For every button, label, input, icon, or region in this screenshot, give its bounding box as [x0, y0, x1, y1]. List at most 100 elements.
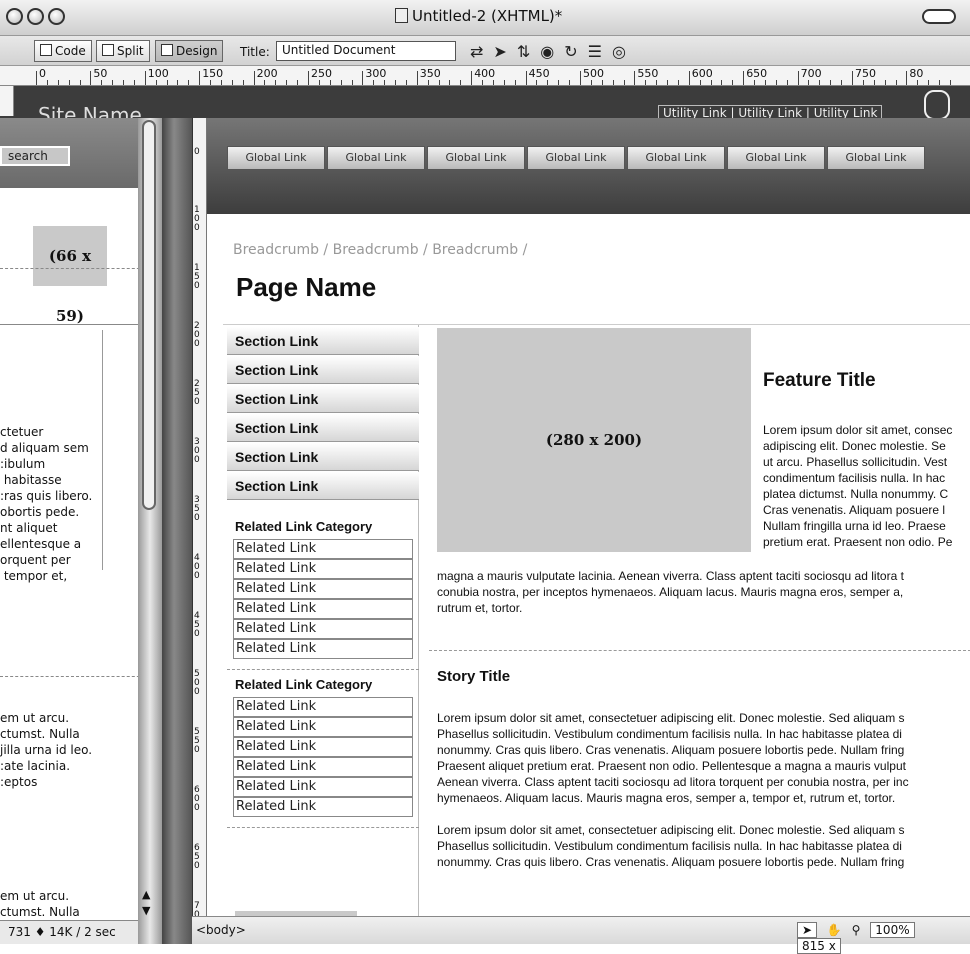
story-text: Lorem ipsum dolor sit amet, consectetuer…: [437, 711, 909, 805]
ruler-tick: [949, 80, 951, 85]
preview-icon[interactable]: ➤: [493, 42, 516, 61]
ruler-tick: [155, 80, 157, 85]
scroll-up-icon[interactable]: ▲: [142, 888, 150, 901]
related-link[interactable]: Related Link: [233, 717, 413, 737]
ruler-tick: [797, 71, 799, 85]
global-nav-link[interactable]: Global Link: [427, 146, 525, 170]
related-link[interactable]: Related Link: [233, 757, 413, 777]
document-toolbar: Code Split Design Title: Untitled Docume…: [0, 36, 970, 66]
ruler-label: 750: [855, 67, 876, 80]
hand-tool-icon[interactable]: ✋: [827, 923, 842, 937]
refresh-icon[interactable]: ↻: [564, 42, 587, 61]
ruler-tick: [220, 80, 222, 85]
visual-aids-icon[interactable]: ◎: [612, 42, 636, 61]
split-view-button[interactable]: Split: [96, 40, 150, 62]
ruler-tick: [492, 80, 494, 85]
zoom-select[interactable]: 100%: [870, 922, 915, 938]
ruler-label: 6 0 0: [194, 785, 200, 813]
body-text: em ut arcu. ctumst. Nulla jilla urna id …: [0, 711, 93, 789]
ruler-label: 250: [311, 67, 332, 80]
ruler-tick: [710, 80, 712, 85]
ruler-tick: [895, 80, 897, 85]
title-bar: Untitled-2 (XHTML)*: [0, 0, 970, 36]
pane-gap: [162, 118, 192, 944]
ruler-tick: [384, 80, 386, 85]
section-link[interactable]: Section Link: [227, 327, 419, 355]
section-link[interactable]: Section Link: [227, 385, 419, 413]
minimize-window-button[interactable]: [27, 8, 44, 25]
ruler-tick: [623, 80, 625, 85]
section-link[interactable]: Section Link: [227, 356, 419, 384]
ruler-label: 2 0 0: [194, 321, 200, 349]
ruler-tick: [928, 80, 930, 85]
ruler-tick: [123, 80, 125, 85]
ruler-tick: [656, 80, 658, 85]
story-title: Story Title: [437, 668, 511, 685]
zoom-window-button[interactable]: [48, 8, 65, 25]
divider: [227, 827, 419, 828]
view-options-icon[interactable]: ☰: [588, 42, 612, 61]
ruler-tick: [340, 80, 342, 85]
global-nav-link[interactable]: Global Link: [227, 146, 325, 170]
design-view-button[interactable]: Design: [155, 40, 224, 62]
section-link[interactable]: Section Link: [227, 472, 419, 500]
ruler-tick: [764, 80, 766, 85]
related-link[interactable]: Related Link: [233, 697, 413, 717]
divider: [0, 324, 150, 325]
global-nav-link[interactable]: Global Link: [627, 146, 725, 170]
related-link[interactable]: Related Link: [233, 737, 413, 757]
ruler-label: 0: [39, 67, 46, 80]
related-link[interactable]: Related Link: [233, 797, 413, 817]
ruler-tick: [427, 80, 429, 85]
debug-icon[interactable]: ⇅: [517, 42, 540, 61]
dreamweaver-window: Untitled-2 (XHTML)* Code Split Design Ti…: [0, 0, 970, 954]
file-management-icon[interactable]: ⇄: [470, 42, 493, 61]
ruler-tick: [101, 80, 103, 85]
search-button[interactable]: search: [0, 146, 70, 166]
ruler-tick: [166, 80, 168, 85]
global-nav-link[interactable]: Global Link: [827, 146, 925, 170]
ruler-tick: [677, 80, 679, 85]
related-link[interactable]: Related Link: [233, 777, 413, 797]
ruler-tick: [482, 80, 484, 85]
ruler-tick: [133, 80, 135, 85]
toolbar-toggle-button[interactable]: [922, 9, 956, 24]
select-tool-icon[interactable]: ➤: [797, 922, 818, 938]
ruler-label: 650: [746, 67, 768, 80]
left-design-pane: search (66 x 59) ctetuer d aliquam sem :…: [0, 118, 155, 944]
code-view-button[interactable]: Code: [34, 40, 92, 62]
global-nav-link[interactable]: Global Link: [327, 146, 425, 170]
ruler-tick: [210, 80, 212, 85]
related-link[interactable]: Related Link: [233, 559, 413, 579]
ruler-tick: [754, 80, 756, 85]
section-link[interactable]: Section Link: [227, 443, 419, 471]
ruler-tick: [416, 71, 418, 85]
tag-selector[interactable]: <body>: [196, 923, 246, 937]
document-title-input[interactable]: Untitled Document: [276, 41, 456, 61]
ruler-tick: [721, 80, 723, 85]
breadcrumb[interactable]: Breadcrumb / Breadcrumb / Breadcrumb /: [233, 242, 527, 258]
section-link[interactable]: Section Link: [227, 414, 419, 442]
browser-check-icon[interactable]: ◉: [540, 42, 564, 61]
horizontal-ruler: 0 50 100 150 200 250 300 350 400 450 500 550 600 650 7…: [0, 66, 970, 86]
top-vertical-ruler: [0, 86, 14, 116]
scrollbar-handle[interactable]: [924, 90, 950, 120]
related-link[interactable]: Related Link: [233, 599, 413, 619]
related-link[interactable]: Related Link: [233, 579, 413, 599]
related-link[interactable]: Related Link: [233, 619, 413, 639]
ruler-label: 550: [637, 67, 659, 80]
ruler-tick: [242, 80, 244, 85]
scroll-down-icon[interactable]: ▼: [142, 904, 150, 917]
zoom-tool-icon[interactable]: ⚲: [852, 923, 861, 937]
ruler-tick: [395, 80, 397, 85]
global-nav-link[interactable]: Global Link: [527, 146, 625, 170]
ruler-tick: [688, 71, 690, 85]
design-icon: [161, 44, 173, 56]
global-nav-link[interactable]: Global Link: [727, 146, 825, 170]
left-scrollbar-thumb[interactable]: [142, 120, 156, 510]
related-link[interactable]: Related Link: [233, 639, 413, 659]
close-window-button[interactable]: [6, 8, 23, 25]
related-link[interactable]: Related Link: [233, 539, 413, 559]
window-size-select[interactable]: 815 x: [797, 938, 841, 954]
divider: [429, 650, 970, 651]
